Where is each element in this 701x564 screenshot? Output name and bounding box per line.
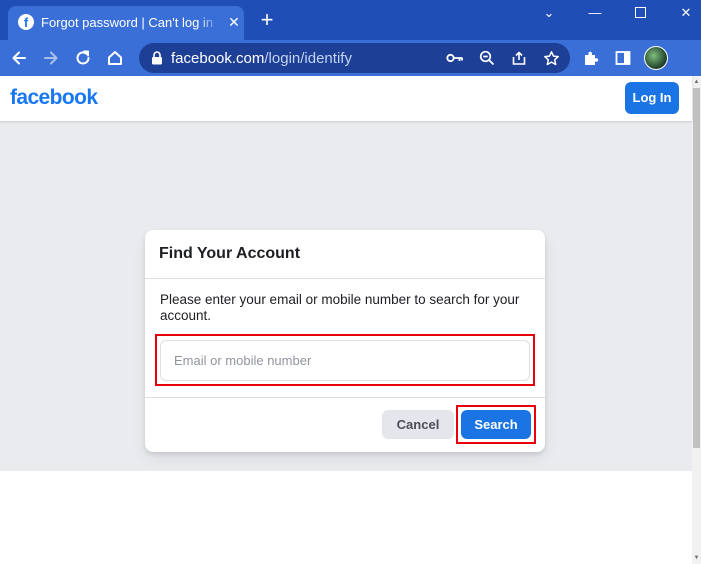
card-description: Please enter your email or mobile number… xyxy=(160,292,520,323)
facebook-favicon-icon: f xyxy=(18,14,34,30)
tab-close-icon[interactable]: ✕ xyxy=(226,13,242,31)
page-scrollbar[interactable]: ▲ ▼ xyxy=(692,76,701,564)
password-key-button[interactable] xyxy=(445,48,465,68)
side-panel-button[interactable] xyxy=(610,45,636,71)
tab-search-dropdown-icon[interactable]: ⌄ xyxy=(537,2,561,24)
facebook-logo[interactable]: facebook xyxy=(10,86,98,110)
new-tab-button[interactable]: + xyxy=(256,8,278,32)
url-host: facebook.com xyxy=(171,50,265,67)
maximize-icon xyxy=(634,7,646,18)
reload-button[interactable] xyxy=(70,45,96,71)
email-or-mobile-input[interactable] xyxy=(160,340,530,381)
extensions-icon xyxy=(585,51,599,65)
home-button[interactable] xyxy=(102,45,128,71)
back-button[interactable] xyxy=(6,45,32,71)
reload-icon xyxy=(76,50,90,65)
forward-icon xyxy=(44,51,58,65)
window-maximize-button[interactable] xyxy=(628,2,652,24)
search-button[interactable]: Search xyxy=(461,410,531,439)
scroll-up-icon[interactable]: ▲ xyxy=(693,78,700,86)
browser-titlebar: f Forgot password | Can't log in | F ✕ +… xyxy=(0,0,701,40)
scroll-thumb[interactable] xyxy=(693,88,700,448)
web-page: facebook Log In Find Your Account Please… xyxy=(0,76,692,564)
tab-title: Forgot password | Can't log in | F xyxy=(41,15,217,30)
window-close-button[interactable]: ✕ xyxy=(674,2,698,24)
url-path: /login/identify xyxy=(264,50,352,67)
scroll-down-icon[interactable]: ▼ xyxy=(693,554,700,562)
address-bar[interactable]: facebook.com/login/identify xyxy=(139,43,570,73)
extensions-button[interactable] xyxy=(578,45,604,71)
home-icon xyxy=(108,51,122,65)
profile-avatar[interactable] xyxy=(644,46,668,70)
side-panel-icon xyxy=(615,51,631,65)
card-divider-bottom xyxy=(145,397,545,398)
find-account-card: Find Your Account Please enter your emai… xyxy=(145,230,545,452)
facebook-header: facebook Log In xyxy=(0,76,692,121)
address-url: facebook.com/login/identify xyxy=(171,50,352,67)
forward-button[interactable] xyxy=(38,45,64,71)
tab-title-fade xyxy=(198,12,220,34)
window-minimize-button[interactable]: — xyxy=(583,2,607,24)
zoom-icon xyxy=(479,50,495,66)
content-background: Find Your Account Please enter your emai… xyxy=(0,121,692,471)
lock-icon xyxy=(152,51,162,65)
zoom-button[interactable] xyxy=(477,48,497,68)
key-icon xyxy=(446,53,463,63)
share-button[interactable] xyxy=(509,48,529,68)
browser-toolbar: facebook.com/login/identify xyxy=(0,40,701,76)
star-icon xyxy=(543,50,559,65)
browser-tab-active[interactable]: f Forgot password | Can't log in | F ✕ xyxy=(8,6,244,40)
bookmark-button[interactable] xyxy=(541,48,561,68)
card-divider-top xyxy=(145,278,545,279)
back-icon xyxy=(12,51,26,65)
share-icon xyxy=(512,51,526,65)
cancel-button[interactable]: Cancel xyxy=(382,410,454,439)
login-button[interactable]: Log In xyxy=(625,82,679,114)
card-title: Find Your Account xyxy=(159,245,301,262)
